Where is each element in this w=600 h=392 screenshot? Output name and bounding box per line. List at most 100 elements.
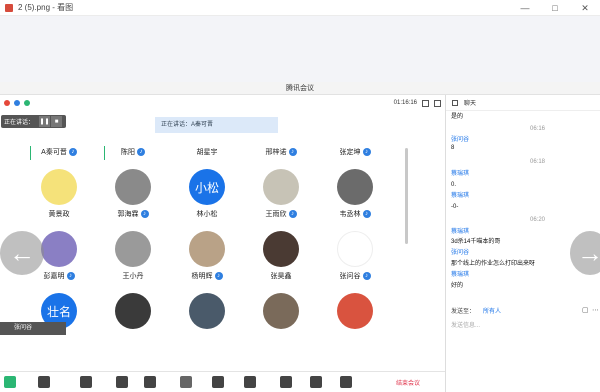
meeting-controls-bar: 结束会议 [0, 371, 445, 392]
participant-tile[interactable]: 王小丹 [96, 271, 170, 281]
video-grid-area: 正在讲话： ❚❚ ■ 正在讲话：A秦可晋 A秦可晋 ♪ 陈阳 ♪ 胡星宇 邢梓诺 ♪ … [0, 111, 445, 371]
chat-sender: 张问谷 [451, 250, 470, 256]
avatar [41, 169, 77, 205]
participant-name: 杨明辉 [191, 273, 213, 280]
shield-icon[interactable] [14, 100, 20, 106]
chat-timestamp: 06:18 [530, 159, 546, 165]
chat-button[interactable] [212, 376, 224, 388]
chat-input[interactable]: 发送信息... [451, 320, 480, 329]
send-to-dropdown[interactable]: 所有人 [483, 306, 501, 315]
speaking-indicator: 正在讲话： ❚❚ ■ [1, 115, 66, 128]
chat-sender: 蔡瑞琪 [451, 193, 470, 199]
mic-icon: ♪ [66, 272, 75, 280]
security-button[interactable] [116, 376, 128, 388]
participant-name: A秦可晋 [41, 149, 67, 156]
chat-message: 那个线上的作业怎么打印出来呀 [451, 261, 536, 267]
participant-tile[interactable]: 胡星宇 [170, 147, 244, 157]
chat-messages: 是的 06:16 张问谷 8 06:18 蔡瑞琪 0. 蔡瑞琪 -0- 06:2… [446, 111, 600, 301]
grid-scrollbar[interactable] [405, 148, 408, 244]
layout-icon[interactable] [434, 99, 441, 107]
participant-tile[interactable]: 邢梓诺 ♪ [244, 147, 318, 157]
participant-name: 胡星宇 [196, 149, 218, 156]
chat-timestamp: 06:20 [530, 217, 546, 223]
prev-page-button[interactable]: ← [0, 231, 44, 275]
chat-message: 3d杀14千喵本的哥 [451, 239, 501, 245]
mic-icon: ♪ [214, 272, 223, 280]
avatar [337, 169, 373, 205]
avatar [115, 169, 151, 205]
participant-name: 张定坤 [339, 149, 361, 156]
layout-button[interactable] [310, 376, 322, 388]
participant-name: 张昊鑫 [270, 273, 292, 280]
avatar [189, 293, 225, 329]
participant-tile[interactable]: 黄景政 [22, 209, 96, 219]
participants-button[interactable] [144, 376, 156, 388]
stop-button[interactable]: ■ [51, 116, 63, 127]
chat-timestamp: 06:16 [530, 126, 546, 132]
participant-name: 韦丞林 [339, 211, 361, 218]
participant-tile[interactable]: 林小松 [170, 209, 244, 219]
participant-name: 陈阳 [121, 149, 135, 156]
chat-toggle-icon[interactable] [452, 99, 458, 106]
avatar [263, 169, 299, 205]
participant-name: 郭海霖 [117, 211, 139, 218]
info-icon[interactable] [4, 100, 10, 106]
participant-tile[interactable]: 郭海霖 ♪ [96, 209, 170, 219]
app-icon [5, 3, 13, 12]
participant-tile[interactable]: 张定坤 ♪ [318, 147, 392, 157]
avatar [115, 293, 151, 329]
fullscreen-icon[interactable] [422, 99, 429, 107]
meeting-title: 腾讯会议 [286, 85, 314, 92]
settings-button[interactable] [340, 376, 352, 388]
viewer-background [0, 16, 600, 82]
avatar [263, 293, 299, 329]
pause-button[interactable]: ❚❚ [39, 116, 51, 127]
chat-tab[interactable]: 聊天 [464, 98, 476, 107]
chat-message: 好的 [451, 283, 464, 289]
speaking-label: 正在讲话： [4, 120, 35, 126]
mic-icon: ♪ [362, 148, 371, 156]
close-button[interactable]: ✕ [570, 0, 600, 16]
meeting-titlebar: 腾讯会议 [0, 82, 600, 95]
end-meeting-button[interactable]: 结束会议 [396, 378, 420, 387]
mic-icon: ♪ [68, 148, 77, 156]
participant-tile[interactable]: 张问谷 ♪ [318, 271, 392, 281]
chat-message: -0- [451, 204, 459, 210]
signal-icon[interactable] [24, 100, 30, 106]
share-screen-button[interactable] [80, 376, 92, 388]
avatar: 小松 [189, 169, 225, 205]
meeting-toolbar: 01:16:16 [0, 95, 445, 111]
participant-name: 王雨欣 [265, 211, 287, 218]
chat-sender: 张问谷 [451, 137, 470, 143]
camera-button[interactable] [38, 376, 50, 388]
participant-tile[interactable]: 陈阳 ♪ [96, 147, 170, 157]
participant-tile[interactable]: 张昊鑫 [244, 271, 318, 281]
file-icon[interactable]: ▢ [582, 306, 589, 314]
chat-sender: 蔡瑞琪 [451, 229, 470, 235]
avatar [337, 293, 373, 329]
participant-name: 林小松 [196, 211, 218, 218]
chat-message: 0. [451, 182, 457, 188]
mic-icon: ♪ [140, 210, 149, 218]
participant-tile[interactable]: 王雨欣 ♪ [244, 209, 318, 219]
chat-message: 8 [451, 145, 455, 151]
speaking-banner: 正在讲话：A秦可晋 [155, 117, 278, 133]
self-view-label[interactable]: 张问谷 [0, 322, 66, 335]
chat-message: 是的 [451, 114, 464, 120]
members-button[interactable] [180, 376, 192, 388]
maximize-button[interactable]: □ [540, 0, 570, 16]
avatar [263, 231, 299, 267]
participant-tile[interactable]: 彭嘉明 ♪ [22, 271, 96, 281]
mic-icon: ♪ [362, 272, 371, 280]
participant-tile[interactable]: 韦丞林 ♪ [318, 209, 392, 219]
record-button[interactable] [244, 376, 256, 388]
mic-button[interactable] [4, 376, 16, 388]
participant-name: 邢梓诺 [265, 149, 287, 156]
meeting-timer: 01:16:16 [393, 100, 417, 106]
send-to-label: 发送至： [451, 309, 476, 315]
apps-button[interactable] [280, 376, 292, 388]
more-icon[interactable]: ⋯ [592, 306, 599, 314]
participant-tile[interactable]: A秦可晋 ♪ [22, 147, 96, 157]
participant-tile[interactable]: 杨明辉 ♪ [170, 271, 244, 281]
minimize-button[interactable]: — [510, 0, 540, 16]
